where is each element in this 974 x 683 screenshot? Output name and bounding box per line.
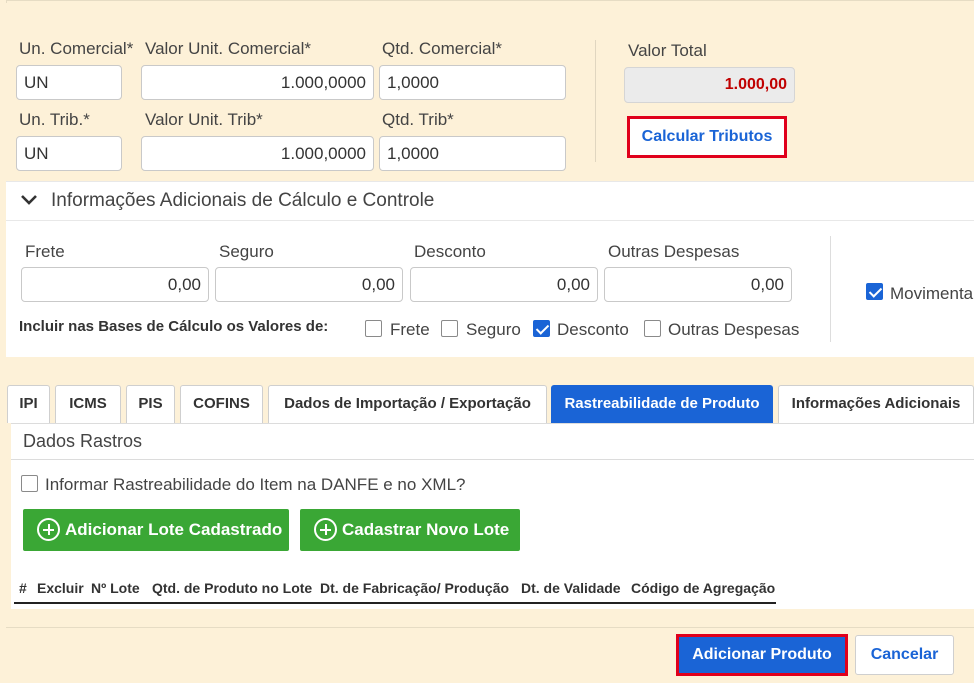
adicionais-header-divider bbox=[6, 220, 974, 221]
adicionar-lote-button[interactable]: Adicionar Lote Cadastrado bbox=[23, 509, 289, 551]
tab-icms[interactable]: ICMS bbox=[55, 385, 121, 423]
cadastrar-novo-lote-label: Cadastrar Novo Lote bbox=[342, 520, 510, 539]
incluir-bases-label: Incluir nas Bases de Cálculo os Valores … bbox=[19, 318, 329, 335]
top-border bbox=[6, 0, 974, 3]
un-comercial-field[interactable]: UN bbox=[16, 65, 122, 100]
cadastrar-novo-lote-button[interactable]: Cadastrar Novo Lote bbox=[300, 509, 520, 551]
seguro-label: Seguro bbox=[219, 242, 274, 261]
valor-unit-comercial-field[interactable]: 1.000,0000 bbox=[141, 65, 374, 100]
seguro-field[interactable]: 0,00 bbox=[215, 267, 403, 302]
frete-label: Frete bbox=[25, 242, 65, 261]
outras-despesas-field[interactable]: 0,00 bbox=[604, 267, 792, 302]
desconto-label: Desconto bbox=[414, 242, 486, 261]
base-frete-checkbox[interactable] bbox=[365, 320, 382, 337]
qtd-comercial-field[interactable]: 1,0000 bbox=[379, 65, 566, 100]
desconto-field[interactable]: 0,00 bbox=[410, 267, 598, 302]
column-header-validade: Dt. de Validade bbox=[521, 580, 621, 596]
valor-unit-trib-label: Valor Unit. Trib* bbox=[145, 110, 263, 129]
tab-informacoes-adicionais[interactable]: Informações Adicionais bbox=[778, 385, 974, 423]
un-comercial-label: Un. Comercial* bbox=[19, 39, 134, 58]
base-seguro-checkbox[interactable] bbox=[441, 320, 458, 337]
qtd-trib-label: Qtd. Trib* bbox=[382, 110, 454, 129]
valor-unit-comercial-label: Valor Unit. Comercial* bbox=[145, 39, 311, 58]
rastros-header-divider bbox=[11, 459, 974, 460]
column-header-agregacao: Código de Agregação bbox=[631, 580, 776, 596]
valor-total-label: Valor Total bbox=[628, 41, 707, 60]
chevron-down-icon[interactable] bbox=[20, 193, 38, 207]
base-frete-label: Frete bbox=[390, 320, 430, 339]
column-header-qtd: Qtd. de Produto no Lote bbox=[152, 580, 313, 596]
column-header-fabricacao: Dt. de Fabricação/ Produção bbox=[320, 580, 510, 596]
frete-field[interactable]: 0,00 bbox=[21, 267, 209, 302]
valor-unit-trib-field[interactable]: 1.000,0000 bbox=[141, 136, 374, 171]
calcular-tributos-button[interactable]: Calcular Tributos bbox=[627, 116, 787, 158]
column-header-index: # bbox=[19, 580, 27, 596]
tab-pis[interactable]: PIS bbox=[126, 385, 175, 423]
informar-rastreabilidade-checkbox[interactable] bbox=[21, 475, 38, 492]
tab-importacao-exportacao[interactable]: Dados de Importação / Exportação bbox=[268, 385, 547, 423]
column-header-lote: Nº Lote bbox=[91, 580, 140, 596]
un-trib-label: Un. Trib.* bbox=[19, 110, 90, 129]
plus-circle-icon bbox=[314, 518, 337, 541]
movimenta-label: Movimenta bbox=[890, 284, 974, 303]
qtd-comercial-label: Qtd. Comercial* bbox=[382, 39, 502, 58]
table-header-underline bbox=[14, 602, 776, 604]
rastros-title: Dados Rastros bbox=[23, 431, 143, 451]
base-seguro-label: Seguro bbox=[466, 320, 521, 339]
pricing-divider bbox=[595, 40, 596, 162]
qtd-trib-field[interactable]: 1,0000 bbox=[379, 136, 566, 171]
adicionar-lote-label: Adicionar Lote Cadastrado bbox=[65, 520, 283, 539]
tab-rastreabilidade[interactable]: Rastreabilidade de Produto bbox=[551, 385, 773, 423]
plus-circle-icon bbox=[37, 518, 60, 541]
tab-cofins[interactable]: COFINS bbox=[180, 385, 263, 423]
cancelar-button[interactable]: Cancelar bbox=[855, 635, 954, 675]
base-outras-checkbox[interactable] bbox=[644, 320, 661, 337]
base-desconto-label: Desconto bbox=[557, 320, 629, 339]
movimenta-checkbox[interactable] bbox=[866, 283, 883, 300]
un-trib-field[interactable]: UN bbox=[16, 136, 122, 171]
tab-ipi[interactable]: IPI bbox=[7, 385, 50, 423]
base-outras-label: Outras Despesas bbox=[668, 320, 800, 339]
adicionais-divider bbox=[830, 236, 831, 342]
valor-total-field: 1.000,00 bbox=[624, 67, 795, 103]
outras-despesas-label: Outras Despesas bbox=[608, 242, 740, 261]
informar-rastreabilidade-label: Informar Rastreabilidade do Item na DANF… bbox=[45, 475, 466, 494]
footer-divider bbox=[6, 627, 974, 628]
adicionar-produto-button[interactable]: Adicionar Produto bbox=[676, 634, 848, 676]
base-desconto-checkbox[interactable] bbox=[533, 320, 550, 337]
adicionais-title[interactable]: Informações Adicionais de Cálculo e Cont… bbox=[51, 190, 434, 212]
column-header-excluir: Excluir bbox=[37, 580, 84, 596]
